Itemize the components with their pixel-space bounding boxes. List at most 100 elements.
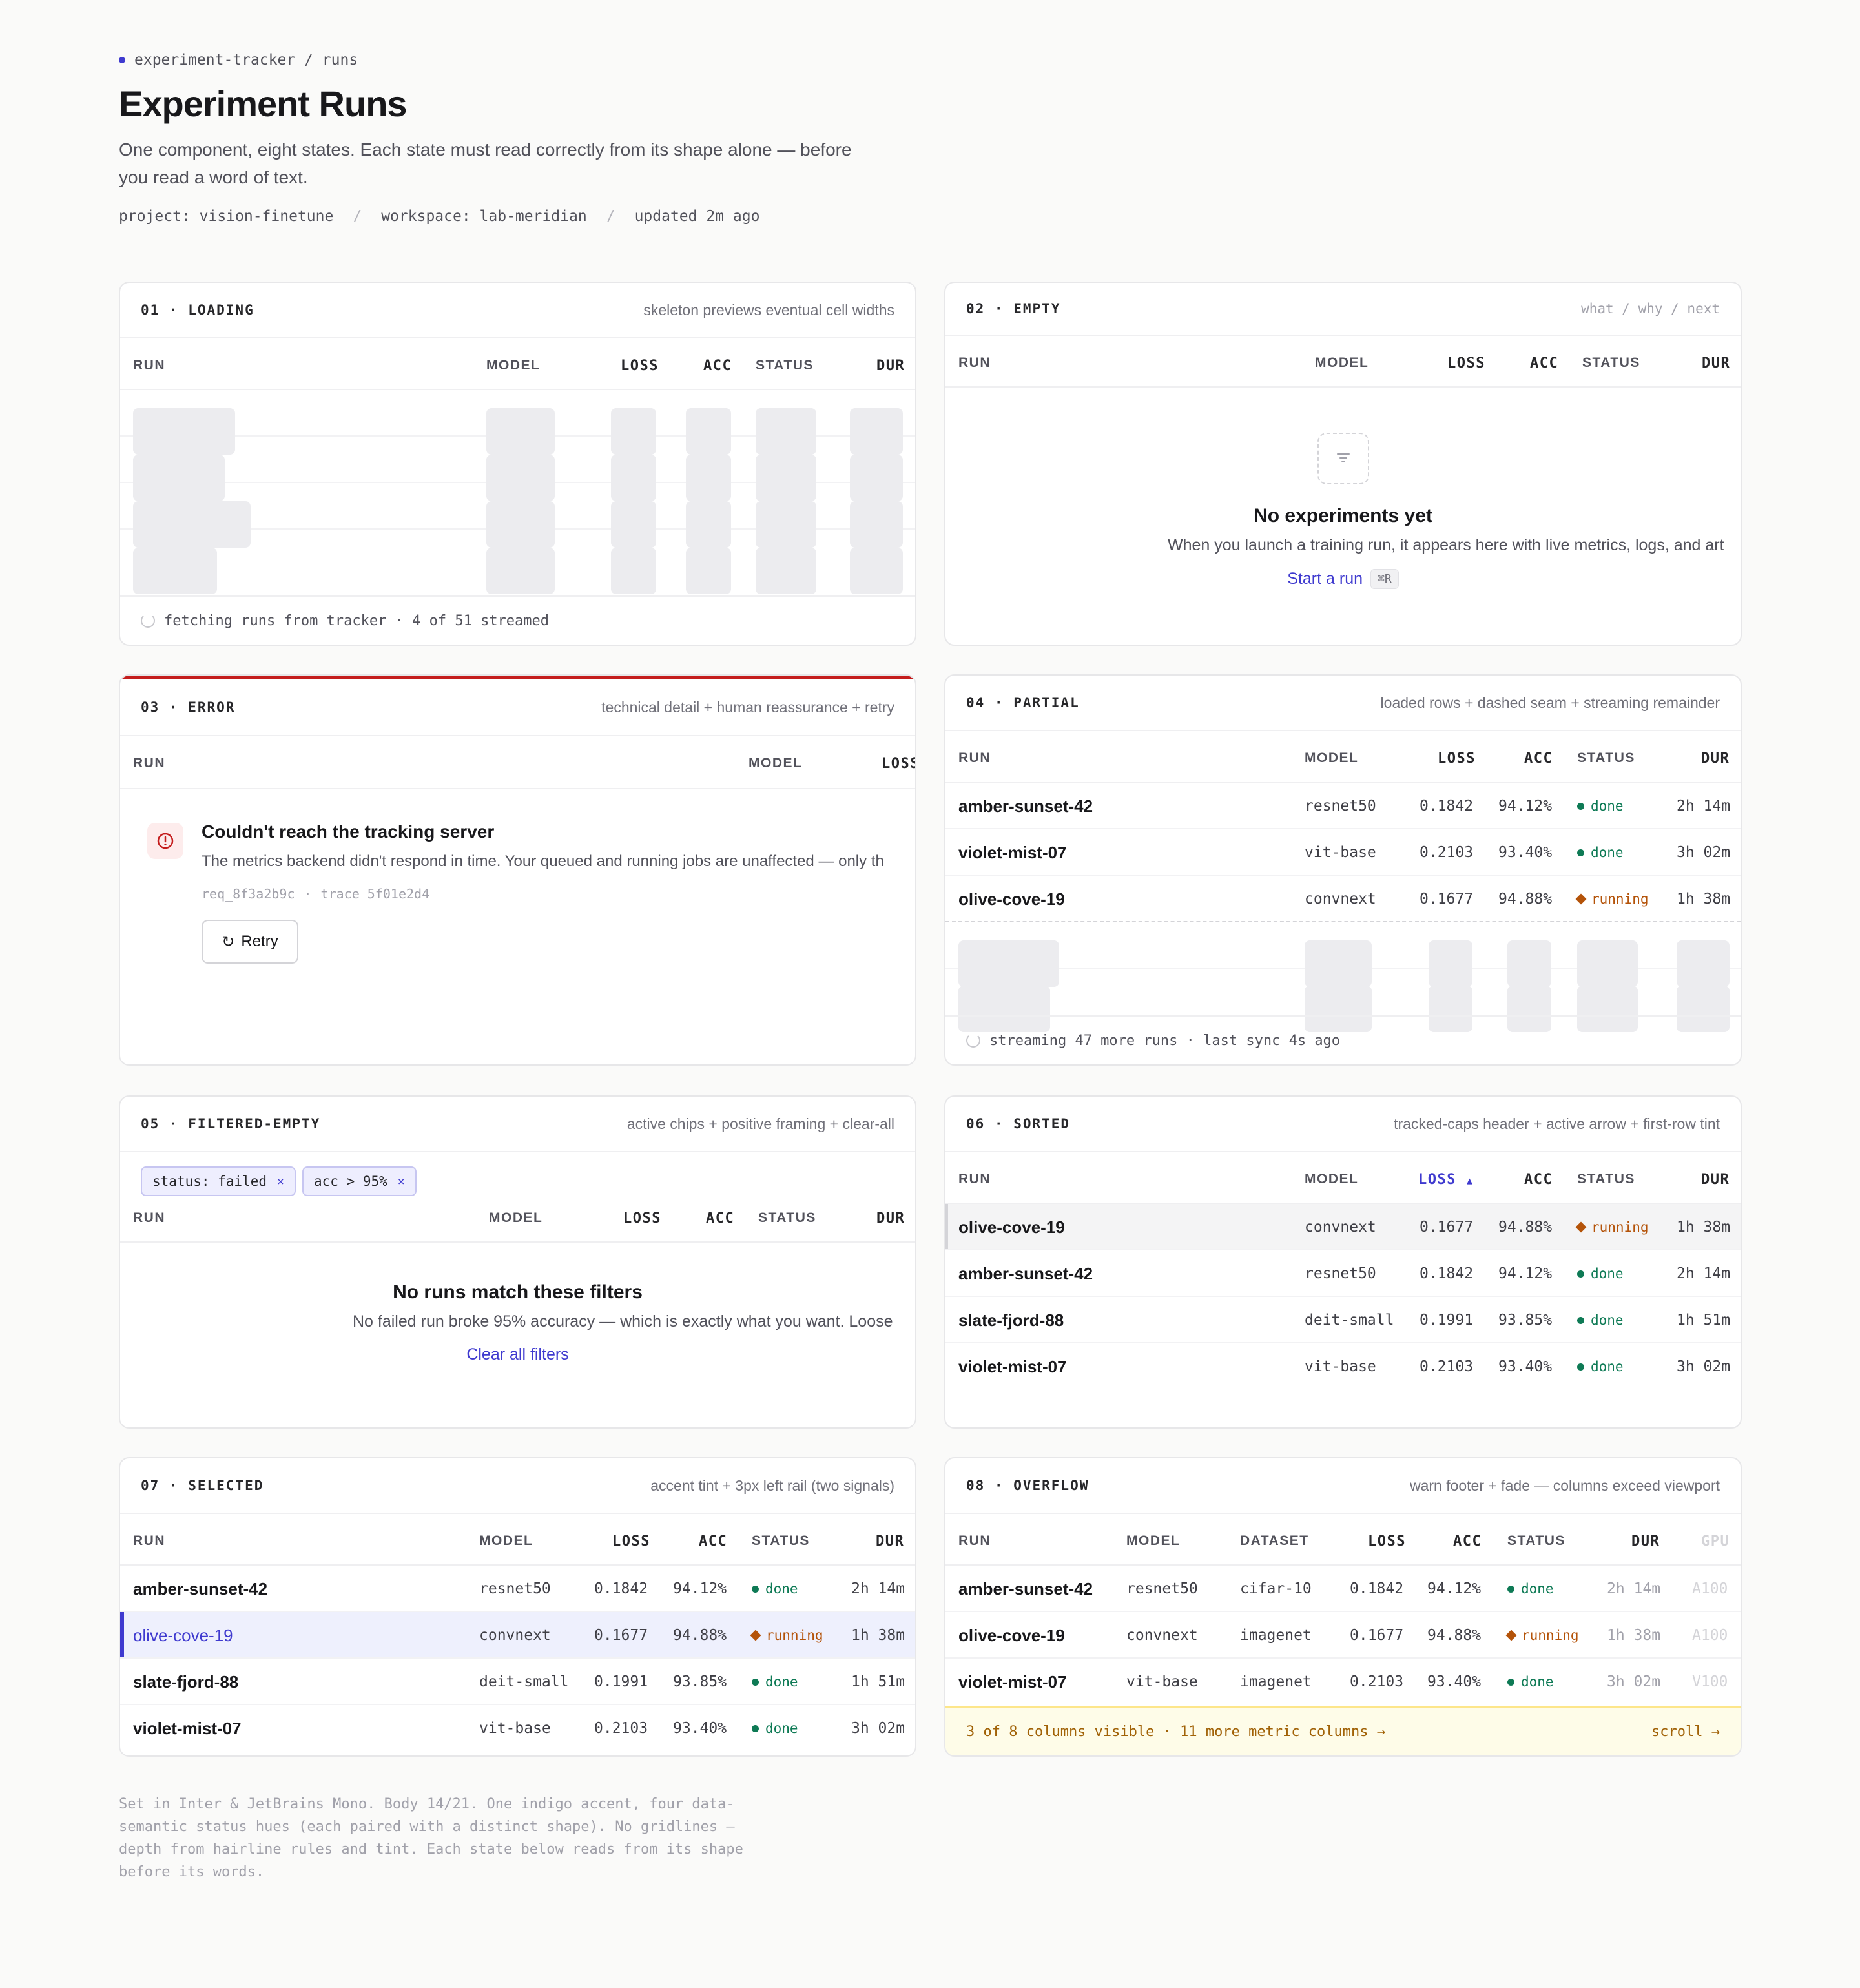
column-header-row: RUN MODEL DATASET LOSS ACC STATUS DUR GP… bbox=[946, 1514, 1741, 1566]
table-row[interactable]: violet-mist-07 vit-base 0.2103 93.40% do… bbox=[946, 829, 1741, 876]
col-acc[interactable]: ACC bbox=[703, 358, 732, 374]
col-acc[interactable]: ACC bbox=[699, 1533, 727, 1549]
run-name[interactable]: amber-sunset-42 bbox=[958, 1250, 1093, 1297]
col-acc[interactable]: ACC bbox=[1524, 1172, 1553, 1188]
col-model[interactable]: MODEL bbox=[1315, 355, 1369, 371]
col-run[interactable]: RUN bbox=[958, 355, 991, 371]
col-dur[interactable]: DUR bbox=[1702, 355, 1730, 371]
col-model[interactable]: MODEL bbox=[489, 1210, 542, 1226]
col-loss[interactable]: LOSS bbox=[623, 1210, 661, 1227]
col-acc[interactable]: ACC bbox=[1453, 1533, 1482, 1549]
run-name[interactable]: olive-cove-19 bbox=[958, 1204, 1065, 1250]
col-dataset[interactable]: DATASET bbox=[1240, 1533, 1309, 1549]
col-status[interactable]: STATUS bbox=[1577, 1172, 1635, 1187]
col-loss[interactable]: LOSS bbox=[1438, 751, 1476, 767]
sort-ascending-arrow-icon[interactable]: ▲ bbox=[1467, 1175, 1474, 1186]
running-diamond-icon bbox=[1575, 1221, 1587, 1233]
col-run[interactable]: RUN bbox=[958, 1533, 991, 1549]
table-row[interactable]: olive-cove-19 convnext imagenet 0.1677 9… bbox=[946, 1612, 1741, 1659]
col-model[interactable]: MODEL bbox=[1305, 1172, 1358, 1187]
table-row[interactable]: slate-fjord-88 deit-small 0.1991 93.85% … bbox=[946, 1297, 1741, 1343]
col-status[interactable]: STATUS bbox=[1507, 1533, 1566, 1549]
dur-cell: 2h 14m bbox=[1677, 798, 1731, 814]
loss-cell: 0.1677 bbox=[1420, 1219, 1474, 1236]
col-loss-sorted[interactable]: LOSS ▲ bbox=[1418, 1172, 1474, 1188]
table-row[interactable]: amber-sunset-42 resnet50 0.1842 94.12% d… bbox=[946, 1250, 1741, 1297]
loading-footer-text: fetching runs from tracker · 4 of 51 str… bbox=[164, 612, 550, 629]
run-name[interactable]: amber-sunset-42 bbox=[958, 783, 1093, 829]
col-model[interactable]: MODEL bbox=[749, 756, 802, 771]
table-row[interactable]: amber-sunset-42 resnet50 cifar-10 0.1842… bbox=[946, 1566, 1741, 1612]
col-status[interactable]: STATUS bbox=[758, 1210, 816, 1226]
meta-row: project: vision-finetune / workspace: la… bbox=[119, 208, 760, 225]
filter-chip[interactable]: status: failed × bbox=[141, 1166, 296, 1196]
chip-close-icon[interactable]: × bbox=[277, 1175, 284, 1188]
col-loss[interactable]: LOSS bbox=[1447, 355, 1485, 371]
col-loss[interactable]: LOSS bbox=[621, 358, 659, 374]
card-tag: 06 · SORTED bbox=[966, 1116, 1071, 1132]
col-run[interactable]: RUN bbox=[133, 358, 165, 373]
scroll-link[interactable]: scroll → bbox=[1651, 1724, 1720, 1740]
col-run[interactable]: RUN bbox=[133, 1533, 165, 1549]
run-name[interactable]: amber-sunset-42 bbox=[133, 1566, 267, 1612]
table-row[interactable]: violet-mist-07 vit-base imagenet 0.2103 … bbox=[946, 1659, 1741, 1705]
col-model[interactable]: MODEL bbox=[1126, 1533, 1180, 1549]
col-gpu[interactable]: GPU bbox=[1701, 1533, 1730, 1549]
run-name[interactable]: olive-cove-19 bbox=[958, 1612, 1065, 1659]
run-name[interactable]: slate-fjord-88 bbox=[133, 1659, 238, 1705]
col-acc[interactable]: ACC bbox=[1524, 751, 1553, 767]
col-acc[interactable]: ACC bbox=[1530, 355, 1558, 371]
run-name[interactable]: violet-mist-07 bbox=[958, 829, 1067, 876]
col-loss[interactable]: LOSS bbox=[612, 1533, 650, 1549]
col-dur[interactable]: DUR bbox=[876, 358, 905, 374]
chip-close-icon[interactable]: × bbox=[398, 1175, 405, 1188]
table-row[interactable]: violet-mist-07 vit-base 0.2103 93.40% do… bbox=[946, 1343, 1741, 1390]
col-run[interactable]: RUN bbox=[958, 1172, 991, 1187]
col-dur[interactable]: DUR bbox=[1631, 1533, 1660, 1549]
skeleton-row bbox=[946, 969, 1741, 1032]
col-dur[interactable]: DUR bbox=[1701, 751, 1730, 767]
col-run[interactable]: RUN bbox=[958, 751, 991, 766]
card-tag: 05 · FILTERED-EMPTY bbox=[141, 1116, 321, 1132]
table-row[interactable]: amber-sunset-42 resnet50 0.1842 94.12% d… bbox=[120, 1566, 915, 1612]
run-name[interactable]: violet-mist-07 bbox=[958, 1659, 1067, 1705]
acc-cell: 93.85% bbox=[673, 1673, 727, 1690]
dur-cell: 3h 02m bbox=[1607, 1673, 1661, 1690]
model-cell: deit-small bbox=[1305, 1312, 1394, 1329]
table-row[interactable]: slate-fjord-88 deit-small 0.1991 93.85% … bbox=[120, 1659, 915, 1705]
overflow-card: 08 · OVERFLOW warn footer + fade — colum… bbox=[944, 1457, 1742, 1757]
col-status[interactable]: STATUS bbox=[752, 1533, 810, 1549]
col-dur[interactable]: DUR bbox=[1701, 1172, 1730, 1188]
running-diamond-icon bbox=[1505, 1630, 1517, 1641]
shortcut-badge: ⌘R bbox=[1370, 569, 1399, 589]
run-name[interactable]: slate-fjord-88 bbox=[958, 1297, 1064, 1343]
table-row[interactable]: olive-cove-19 convnext 0.1677 94.88% run… bbox=[946, 1204, 1741, 1250]
col-loss[interactable]: LOSS bbox=[1368, 1533, 1406, 1549]
col-acc[interactable]: ACC bbox=[706, 1210, 734, 1227]
col-model[interactable]: MODEL bbox=[1305, 751, 1358, 766]
table-row[interactable]: violet-mist-07 vit-base 0.2103 93.40% do… bbox=[120, 1705, 915, 1752]
table-row-selected[interactable]: olive-cove-19 convnext 0.1677 94.88% run… bbox=[120, 1612, 915, 1659]
col-model[interactable]: MODEL bbox=[479, 1533, 533, 1549]
run-name[interactable]: amber-sunset-42 bbox=[958, 1566, 1093, 1612]
skeleton-row bbox=[120, 437, 915, 501]
table-row[interactable]: amber-sunset-42 resnet50 0.1842 94.12% d… bbox=[946, 783, 1741, 829]
run-name[interactable]: violet-mist-07 bbox=[133, 1705, 242, 1752]
col-dur[interactable]: DUR bbox=[876, 1210, 905, 1227]
col-run[interactable]: RUN bbox=[133, 1210, 165, 1226]
col-dur[interactable]: DUR bbox=[876, 1533, 904, 1549]
start-run-link[interactable]: Start a run bbox=[1287, 570, 1363, 588]
col-loss[interactable]: LOSS bbox=[882, 756, 915, 772]
table-row[interactable]: olive-cove-19 convnext 0.1677 94.88% run… bbox=[946, 876, 1741, 922]
run-name[interactable]: olive-cove-19 bbox=[133, 1612, 233, 1659]
retry-button[interactable]: ↻ Retry bbox=[202, 920, 298, 964]
clear-filters-link[interactable]: Clear all filters bbox=[466, 1345, 568, 1363]
col-status[interactable]: STATUS bbox=[756, 358, 814, 373]
run-name[interactable]: olive-cove-19 bbox=[958, 876, 1065, 922]
col-status[interactable]: STATUS bbox=[1577, 751, 1635, 766]
col-model[interactable]: MODEL bbox=[486, 358, 540, 373]
col-status[interactable]: STATUS bbox=[1582, 355, 1640, 371]
filter-chip[interactable]: acc > 95% × bbox=[302, 1166, 417, 1196]
run-name[interactable]: violet-mist-07 bbox=[958, 1343, 1067, 1390]
col-run[interactable]: RUN bbox=[133, 756, 165, 771]
